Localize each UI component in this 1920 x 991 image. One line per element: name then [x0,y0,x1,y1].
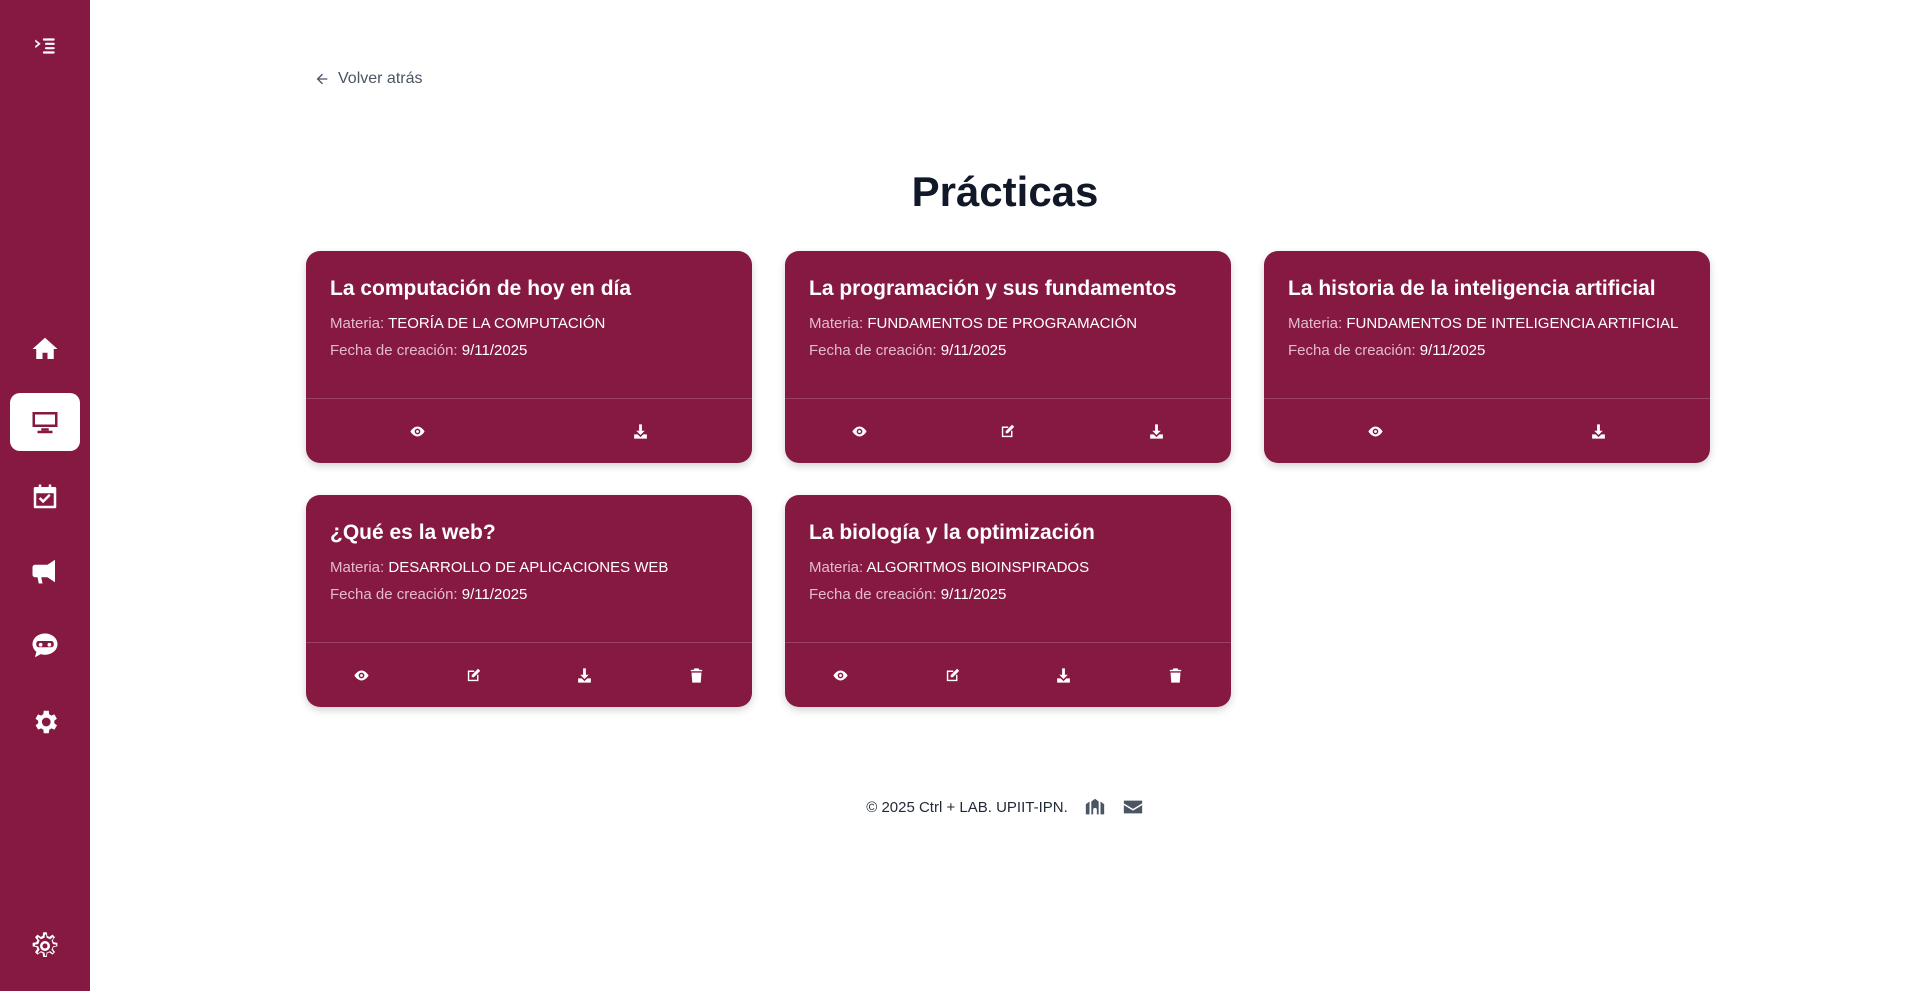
materia-value: FUNDAMENTOS DE INTELIGENCIA ARTIFICIAL [1346,315,1679,332]
materia-label: Materia: [330,315,385,332]
back-link-label: Volver atrás [338,70,423,87]
fecha-value: 9/11/2025 [461,342,528,359]
calendar-check-icon [33,484,57,509]
practice-card: La computación de hoy en día Materia: TE… [306,251,752,463]
view-button[interactable] [342,655,382,695]
menu-toggle-icon [35,38,55,54]
sidebar-item-settings[interactable] [10,693,80,751]
fecha-label: Fecha de creación: [809,342,937,359]
institution-icon [1085,798,1104,815]
eye-icon [833,670,848,680]
view-button[interactable] [398,411,438,451]
materia-label: Materia: [809,559,864,576]
fecha-label: Fecha de creación: [1288,342,1416,359]
eye-icon [410,426,425,436]
email-link[interactable] [1122,796,1144,818]
delete-button[interactable] [676,655,716,695]
card-actions [1264,398,1710,463]
page-title: Prácticas [911,168,1099,215]
eye-icon [1368,426,1383,436]
practice-card: La historia de la inteligencia artificia… [1264,251,1710,463]
materia-label: Materia: [330,559,385,576]
edit-button[interactable] [453,655,493,695]
materia-value: ALGORITMOS BIOINSPIRADOS [866,559,1090,576]
card-title[interactable]: ¿Qué es la web? [330,521,728,545]
settings-outline-icon [32,932,58,957]
sidebar-toggle-button[interactable] [10,17,80,75]
sidebar-item-announcements[interactable] [10,542,80,600]
card-actions [306,398,752,463]
practice-card: La programación y sus fundamentos Materi… [785,251,1231,463]
card-title[interactable]: La biología y la optimización [809,521,1207,545]
card-actions [785,642,1231,707]
download-icon [1592,423,1605,439]
sidebar-settings-bottom-button[interactable] [10,917,80,975]
sidebar-item-home[interactable] [10,320,80,378]
fecha-value: 9/11/2025 [461,586,528,603]
materia-value: TEORÍA DE LA COMPUTACIÓN [388,315,606,332]
edit-icon [1002,424,1015,437]
view-button[interactable] [839,411,879,451]
desktop-icon [32,412,58,434]
download-button[interactable] [1579,411,1619,451]
gear-icon [35,710,58,734]
edit-icon [946,668,959,681]
institution-link[interactable] [1084,796,1106,818]
fecha-label: Fecha de creación: [809,586,937,603]
edit-button[interactable] [932,655,972,695]
materia-label: Materia: [1288,315,1343,332]
materia-value: FUNDAMENTOS DE PROGRAMACIÓN [867,315,1138,332]
materia-value: DESARROLLO DE APLICACIONES WEB [388,559,669,576]
sidebar-item-practicas[interactable] [10,393,80,451]
edit-icon [467,668,480,681]
materia-label: Materia: [809,315,864,332]
back-link[interactable]: Volver atrás [314,70,422,88]
fecha-value: 9/11/2025 [1419,342,1486,359]
sidebar-item-calendar[interactable] [10,468,80,526]
main-content: Volver atrás Prácticas La computación de… [90,0,1920,991]
sidebar-item-chatbot[interactable] [10,617,80,675]
eye-icon [354,670,369,680]
delete-button[interactable] [1155,655,1195,695]
fecha-value: 9/11/2025 [940,342,1007,359]
card-actions [306,642,752,707]
practice-card: ¿Qué es la web? Materia: DESARROLLO DE A… [306,495,752,707]
download-icon [634,423,647,439]
card-title[interactable]: La programación y sus fundamentos [809,277,1207,301]
download-button[interactable] [565,655,605,695]
fecha-label: Fecha de creación: [330,586,458,603]
envelope-icon [1123,800,1142,814]
practice-card: La biología y la optimización Materia: A… [785,495,1231,707]
download-button[interactable] [1137,411,1177,451]
download-icon [578,667,592,683]
trash-icon [1169,667,1181,683]
view-button[interactable] [821,655,861,695]
sidebar [0,0,90,991]
card-actions [785,398,1231,463]
card-title[interactable]: La computación de hoy en día [330,277,728,301]
fecha-label: Fecha de creación: [330,342,458,359]
card-title[interactable]: La historia de la inteligencia artificia… [1288,277,1686,301]
chatbot-icon [32,633,58,658]
eye-icon [852,426,867,436]
footer-copyright: © 2025 Ctrl + LAB. UPIIT-IPN. [866,798,1068,816]
view-button[interactable] [1356,411,1396,451]
fecha-value: 9/11/2025 [940,586,1007,603]
trash-icon [690,667,702,683]
megaphone-icon [32,559,55,584]
edit-button[interactable] [988,411,1028,451]
download-icon [1057,667,1071,683]
home-icon [32,337,58,359]
download-button[interactable] [621,411,661,451]
arrow-left-icon [316,73,328,85]
page-footer: © 2025 Ctrl + LAB. UPIIT-IPN. [90,796,1920,818]
download-button[interactable] [1044,655,1084,695]
download-icon [1150,423,1164,439]
